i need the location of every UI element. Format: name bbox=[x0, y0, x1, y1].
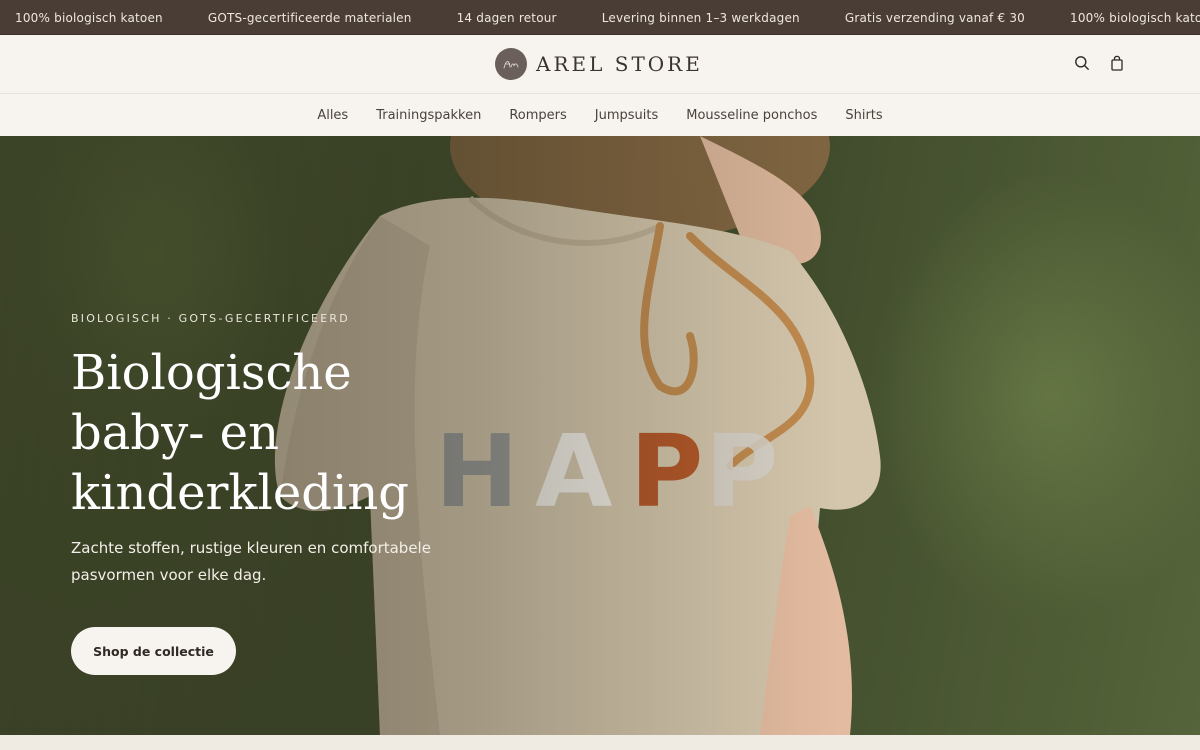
hero-headline: Biologische baby- en kinderkleding bbox=[71, 345, 409, 521]
announcement-item: 14 dagen retour bbox=[456, 10, 557, 25]
nav-item-alles[interactable]: Alles bbox=[317, 108, 348, 123]
site-header: AREL STORE bbox=[0, 35, 1200, 94]
nav-item-mousseline-ponchos[interactable]: Mousseline ponchos bbox=[686, 108, 817, 123]
main-navigation: Alles Trainingspakken Rompers Jumpsuits … bbox=[0, 94, 1200, 136]
nav-item-shirts[interactable]: Shirts bbox=[845, 108, 882, 123]
shop-collection-button[interactable]: Shop de collectie bbox=[71, 627, 236, 675]
hero-content: BIOLOGISCH · GOTS-GECERTIFICEERD Biologi… bbox=[71, 312, 491, 675]
announcement-item: Levering binnen 1–3 werkdagen bbox=[601, 10, 800, 25]
shopping-bag-icon bbox=[1109, 55, 1125, 75]
store-logo[interactable]: AREL STORE bbox=[495, 48, 703, 80]
search-icon bbox=[1074, 55, 1090, 75]
hero-banner: H A P P BIOLOGISCH · GOTS-GECERTIFICEERD… bbox=[0, 136, 1200, 735]
hero-eyebrow: BIOLOGISCH · GOTS-GECERTIFICEERD bbox=[71, 312, 350, 325]
search-button[interactable] bbox=[1072, 55, 1092, 75]
below-fold-strip bbox=[0, 735, 1200, 750]
announcement-item: 100% biologisch katoen bbox=[15, 10, 163, 25]
announcement-item: Gratis verzending vanaf € 30 bbox=[844, 10, 1026, 25]
nav-item-trainingspakken[interactable]: Trainingspakken bbox=[376, 108, 481, 123]
logo-mark bbox=[495, 48, 527, 80]
nav-item-jumpsuits[interactable]: Jumpsuits bbox=[595, 108, 658, 123]
announcement-item: GOTS-gecertificeerde materialen bbox=[207, 10, 412, 25]
hero-subcopy: Zachte stoffen, rustige kleuren en comfo… bbox=[71, 539, 431, 584]
logo-text: AREL STORE bbox=[536, 52, 703, 76]
announcement-bar: 100% biologisch katoen GOTS-gecertificee… bbox=[0, 0, 1200, 35]
announcement-track: 100% biologisch katoen GOTS-gecertificee… bbox=[15, 0, 1200, 34]
announcement-item: 100% biologisch katoen bbox=[1070, 10, 1200, 25]
cart-button[interactable] bbox=[1107, 55, 1127, 75]
nav-item-rompers[interactable]: Rompers bbox=[509, 108, 566, 123]
